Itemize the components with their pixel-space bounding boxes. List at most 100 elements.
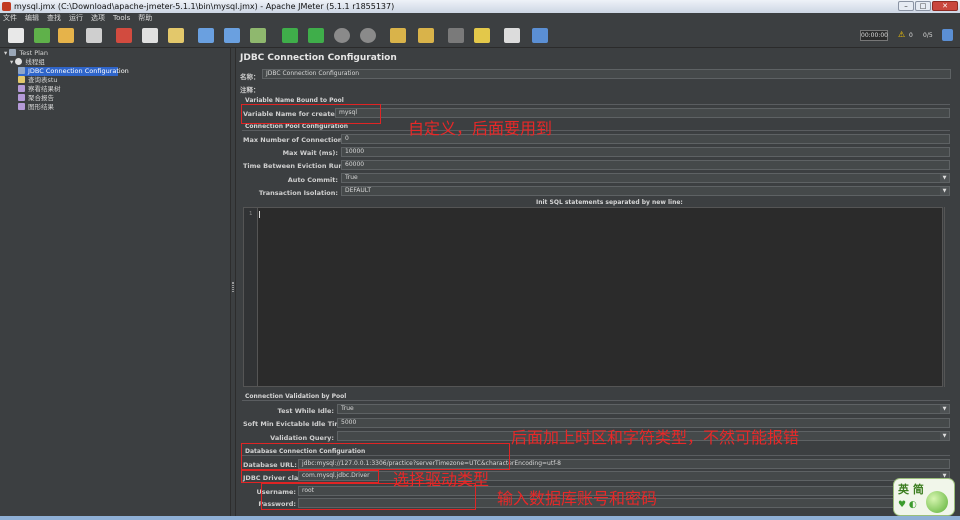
menu-help[interactable]: 帮助 [138, 13, 152, 24]
chevron-down-icon[interactable]: ▼ [940, 432, 949, 440]
close-button[interactable]: ✕ [932, 1, 958, 11]
tree-item-sampler[interactable]: 查询表stu [18, 76, 58, 85]
toolbar: 00:00:00 ⚠ 0 0/5 [0, 24, 960, 48]
cut-icon[interactable] [116, 28, 132, 43]
start-icon[interactable] [282, 28, 298, 43]
name-input[interactable]: JDBC Connection Configuration [262, 69, 951, 79]
listener-icon [18, 103, 25, 110]
search-icon[interactable] [448, 28, 464, 43]
ime-badge[interactable]: 英 简 ♥ ◐ [893, 478, 955, 516]
divider [242, 400, 950, 401]
window-controls: – □ ✕ [898, 1, 958, 12]
text-caret [259, 211, 260, 218]
auto-commit-select[interactable]: True ▼ [341, 173, 950, 183]
section-validation: Connection Validation by Pool [245, 393, 347, 400]
menu-edit[interactable]: 编辑 [25, 13, 39, 24]
init-sql-label: Init SQL statements separated by new lin… [536, 199, 683, 206]
validation-query-label: Validation Query: [270, 434, 334, 442]
chevron-down-icon[interactable]: ▼ [940, 174, 949, 182]
toggle-icon[interactable] [250, 28, 266, 43]
test-while-idle-select[interactable]: True ▼ [337, 404, 950, 414]
listener-icon [18, 94, 25, 101]
templates-icon[interactable] [34, 28, 50, 43]
os-taskbar [0, 516, 960, 520]
init-sql-editor[interactable]: 1 [243, 207, 943, 387]
save-icon[interactable] [86, 28, 102, 43]
jmeter-app-icon [2, 2, 11, 11]
shutdown-icon[interactable] [360, 28, 376, 43]
section-variable-name: Variable Name Bound to Pool [245, 97, 344, 104]
elapsed-timer: 00:00:00 [860, 30, 888, 41]
chevron-down-icon[interactable]: ▼ [940, 405, 949, 413]
menu-file[interactable]: 文件 [3, 13, 17, 24]
sampler-icon [18, 76, 25, 83]
ime-badge-text: 英 简 [898, 483, 924, 496]
divider [242, 130, 950, 131]
help-icon[interactable] [532, 28, 548, 43]
open-icon[interactable] [58, 28, 74, 43]
splitter-grip[interactable] [232, 282, 234, 292]
comment-input[interactable] [262, 83, 951, 93]
stop-icon[interactable] [334, 28, 350, 43]
minimize-button[interactable]: – [898, 1, 914, 11]
line-gutter: 1 [244, 208, 258, 386]
start-no-pauses-icon[interactable] [308, 28, 324, 43]
warning-count: 0 [909, 32, 913, 39]
window-title: mysql.jmx (C:\Download\apache-jmeter-5.1… [14, 2, 395, 11]
window-title-bar: mysql.jmx (C:\Download\apache-jmeter-5.1… [0, 0, 960, 13]
annotation-box-driver [241, 470, 379, 483]
listener-icon [18, 85, 25, 92]
collapse-icon[interactable] [224, 28, 240, 43]
clear-icon[interactable] [390, 28, 406, 43]
annotation-box-variable [241, 104, 381, 124]
chevron-down-icon[interactable]: ▼ [940, 187, 949, 195]
transaction-isolation-select[interactable]: DEFAULT ▼ [341, 186, 950, 196]
panel-title: JDBC Connection Configuration [240, 53, 397, 63]
tree-item-test-plan[interactable]: ▾ Test Plan [4, 49, 48, 58]
ime-badge-symbols: ♥ ◐ [898, 500, 917, 510]
max-wait-label: Max Wait (ms): [282, 149, 338, 157]
copy-icon[interactable] [142, 28, 158, 43]
log-viewer-icon[interactable] [942, 29, 953, 41]
reset-search-icon[interactable] [474, 28, 490, 43]
menu-run[interactable]: 运行 [69, 13, 83, 24]
test-plan-tree: ▾ Test Plan ▾ 线程组 JDBC Connection Config… [0, 48, 230, 520]
annotation-driver: 选择驱动类型 [393, 470, 490, 489]
menu-options[interactable]: 选项 [91, 13, 105, 24]
expand-icon[interactable] [198, 28, 214, 43]
section-connection-pool: Connection Pool Configuration [245, 123, 349, 130]
thread-group-icon [15, 58, 23, 65]
menu-search[interactable]: 查找 [47, 13, 61, 24]
transaction-isolation-value: DEFAULT [345, 187, 371, 194]
line-number: 1 [249, 211, 253, 217]
test-while-idle-label: Test While Idle: [277, 407, 334, 415]
transaction-isolation-label: Transaction Isolation: [258, 189, 338, 197]
max-wait-input[interactable]: 10000 [341, 147, 950, 157]
name-label: 名称： [240, 73, 260, 81]
active-threads: 0/5 [923, 32, 933, 39]
paste-icon[interactable] [168, 28, 184, 43]
auto-commit-label: Auto Commit: [287, 176, 338, 184]
ime-logo-icon [926, 491, 948, 513]
eviction-runs-input[interactable]: 60000 [341, 160, 950, 170]
annotation-timezone: 后面加上时区和字符类型，不然可能报错 [511, 428, 800, 447]
maximize-button[interactable]: □ [915, 1, 931, 11]
tree-item-results-tree[interactable]: 察看结果树 [18, 85, 61, 94]
tree-item-aggregate-report[interactable]: 聚合报告 [18, 94, 54, 103]
clear-all-icon[interactable] [418, 28, 434, 43]
editor-scrollbar[interactable] [944, 207, 951, 387]
auto-commit-value: True [345, 174, 358, 181]
menu-tools[interactable]: Tools [113, 13, 130, 24]
warning-icon[interactable]: ⚠ [898, 30, 905, 39]
max-connections-label: Max Number of Connections: [243, 136, 349, 144]
test-while-idle-value: True [341, 405, 354, 412]
tree-item-graph-results[interactable]: 图形结果 [18, 103, 54, 112]
soft-idle-label: Soft Min Evictable Idle Time(ms): [243, 420, 365, 428]
function-helper-icon[interactable] [504, 28, 520, 43]
test-plan-icon [9, 49, 17, 56]
new-icon[interactable] [8, 28, 24, 43]
comment-label: 注释： [240, 86, 260, 94]
eviction-runs-label: Time Between Eviction Runs (ms): [243, 162, 369, 170]
tree-item-thread-group[interactable]: ▾ 线程组 [10, 58, 45, 67]
tree-item-jdbc-config[interactable]: JDBC Connection Configuration [18, 67, 129, 76]
